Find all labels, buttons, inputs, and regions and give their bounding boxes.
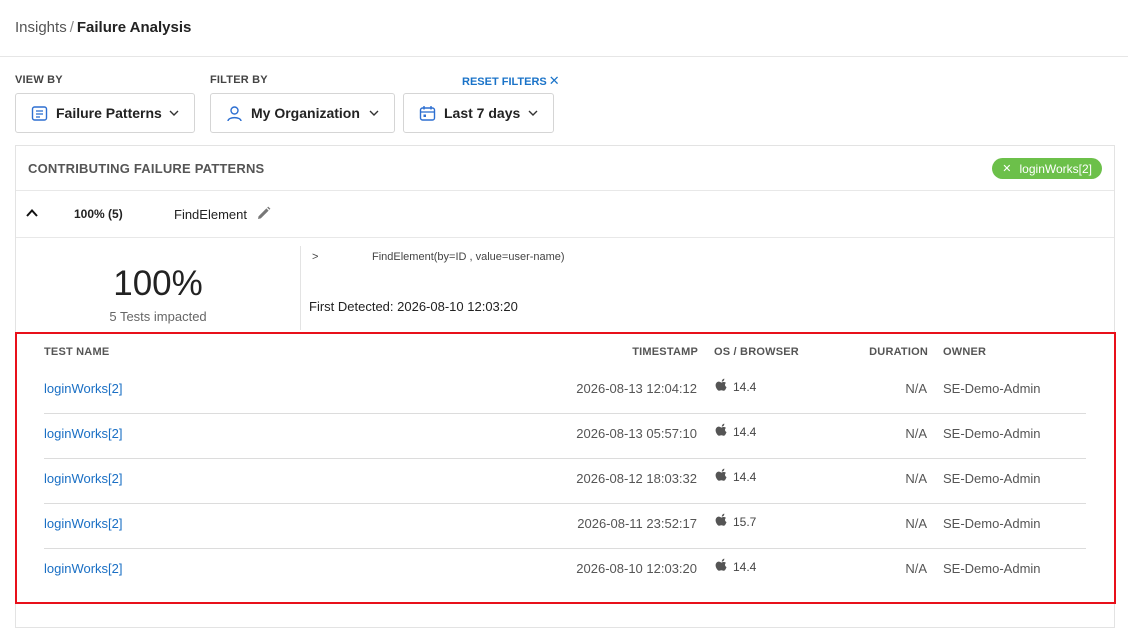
os-version: 14.4 (733, 559, 757, 574)
table-row: loginWorks[2] 2026-08-10 12:03:20 14.4 N… (44, 549, 1086, 594)
duration-cell: N/A (905, 516, 927, 531)
test-name-link[interactable]: loginWorks[2] (44, 561, 123, 576)
view-by-dropdown[interactable]: Failure Patterns (15, 93, 195, 133)
chevron-down-icon (169, 110, 179, 116)
date-range-dropdown[interactable]: Last 7 days (403, 93, 554, 133)
chevron-up-icon[interactable] (25, 206, 39, 220)
view-by-label: VIEW BY (15, 74, 63, 86)
reset-filters-button[interactable]: RESET FILTERS ✕ (462, 73, 560, 89)
apple-icon (715, 513, 727, 526)
organization-dropdown[interactable]: My Organization (210, 93, 395, 133)
divider (300, 246, 301, 330)
chevron-down-icon (369, 110, 379, 116)
calendar-icon (419, 105, 436, 121)
failure-signature: FindElement(by=ID , value=user-name) (372, 251, 565, 263)
filter-by-label: FILTER BY (210, 74, 268, 86)
owner-cell: SE-Demo-Admin (943, 426, 1041, 441)
duration-cell: N/A (905, 471, 927, 486)
test-name-link[interactable]: loginWorks[2] (44, 426, 123, 441)
pattern-row[interactable]: 100% (5) FindElement (16, 192, 1114, 238)
col-header-timestamp: TIMESTAMP (632, 346, 698, 358)
apple-icon (715, 558, 727, 571)
col-header-duration: DURATION (869, 346, 928, 358)
page-title: Failure Analysis (76, 19, 192, 36)
test-name-link[interactable]: loginWorks[2] (44, 516, 123, 531)
table-row: loginWorks[2] 2026-08-12 18:03:32 14.4 N… (44, 459, 1086, 504)
os-browser-cell: 14.4 (714, 558, 756, 575)
os-browser-cell: 14.4 (714, 378, 756, 395)
view-by-value: Failure Patterns (56, 105, 162, 121)
first-detected: First Detected: 2026-08-10 12:03:20 (309, 299, 518, 314)
organization-value: My Organization (251, 105, 360, 121)
owner-cell: SE-Demo-Admin (943, 471, 1041, 486)
filter-chip[interactable]: ✕ loginWorks[2] (992, 158, 1102, 179)
filter-chip-label: loginWorks[2] (1019, 161, 1092, 176)
os-browser-cell: 15.7 (714, 513, 756, 530)
owner-cell: SE-Demo-Admin (943, 381, 1041, 396)
table-row: loginWorks[2] 2026-08-13 05:57:10 14.4 N… (44, 414, 1086, 459)
pattern-percent: 100% (113, 264, 203, 303)
duration-cell: N/A (905, 426, 927, 441)
col-header-owner: OWNER (943, 346, 987, 358)
timestamp-cell: 2026-08-12 18:03:32 (576, 471, 697, 486)
timestamp-cell: 2026-08-10 12:03:20 (576, 561, 697, 576)
timestamp-cell: 2026-08-13 12:04:12 (576, 381, 697, 396)
os-version: 14.4 (733, 469, 757, 484)
breadcrumb: Insights / Failure Analysis (15, 19, 191, 36)
close-icon[interactable]: ✕ (1002, 162, 1011, 175)
os-browser-cell: 14.4 (714, 423, 756, 440)
tests-impacted: 5 Tests impacted (109, 309, 207, 324)
user-icon (227, 105, 242, 121)
patterns-icon (31, 105, 48, 121)
reset-filters-label: RESET FILTERS (462, 76, 547, 88)
date-range-value: Last 7 days (444, 105, 521, 121)
duration-cell: N/A (905, 561, 927, 576)
breadcrumb-separator: / (69, 19, 74, 36)
os-version: 15.7 (733, 514, 757, 529)
top-bar: Insights / Failure Analysis (0, 0, 1128, 57)
pattern-detail: 100% 5 Tests impacted > FindElement(by=I… (16, 238, 1114, 330)
signature-prompt: > (312, 251, 319, 263)
col-header-test-name: TEST NAME (44, 346, 110, 358)
pattern-percent-count: 100% (5) (74, 207, 123, 221)
chevron-down-icon (528, 110, 538, 116)
duration-cell: N/A (905, 381, 927, 396)
apple-icon (715, 423, 727, 436)
col-header-os-browser: OS / BROWSER (714, 346, 799, 358)
apple-icon (715, 468, 727, 481)
breadcrumb-insights[interactable]: Insights (15, 19, 67, 36)
pattern-name: FindElement (174, 207, 247, 222)
os-version: 14.4 (733, 379, 757, 394)
pencil-icon[interactable] (256, 206, 271, 221)
panel-header: CONTRIBUTING FAILURE PATTERNS ✕ loginWor… (16, 146, 1114, 191)
panel-title: CONTRIBUTING FAILURE PATTERNS (28, 161, 265, 176)
timestamp-cell: 2026-08-13 05:57:10 (576, 426, 697, 441)
os-browser-cell: 14.4 (714, 468, 756, 485)
timestamp-cell: 2026-08-11 23:52:17 (577, 516, 697, 531)
owner-cell: SE-Demo-Admin (943, 516, 1041, 531)
owner-cell: SE-Demo-Admin (943, 561, 1041, 576)
test-name-link[interactable]: loginWorks[2] (44, 471, 123, 486)
test-name-link[interactable]: loginWorks[2] (44, 381, 123, 396)
apple-icon (715, 378, 727, 391)
os-version: 14.4 (733, 424, 757, 439)
table-row: loginWorks[2] 2026-08-13 12:04:12 14.4 N… (44, 369, 1086, 414)
table-row: loginWorks[2] 2026-08-11 23:52:17 15.7 N… (44, 504, 1086, 549)
close-icon: ✕ (548, 73, 560, 88)
